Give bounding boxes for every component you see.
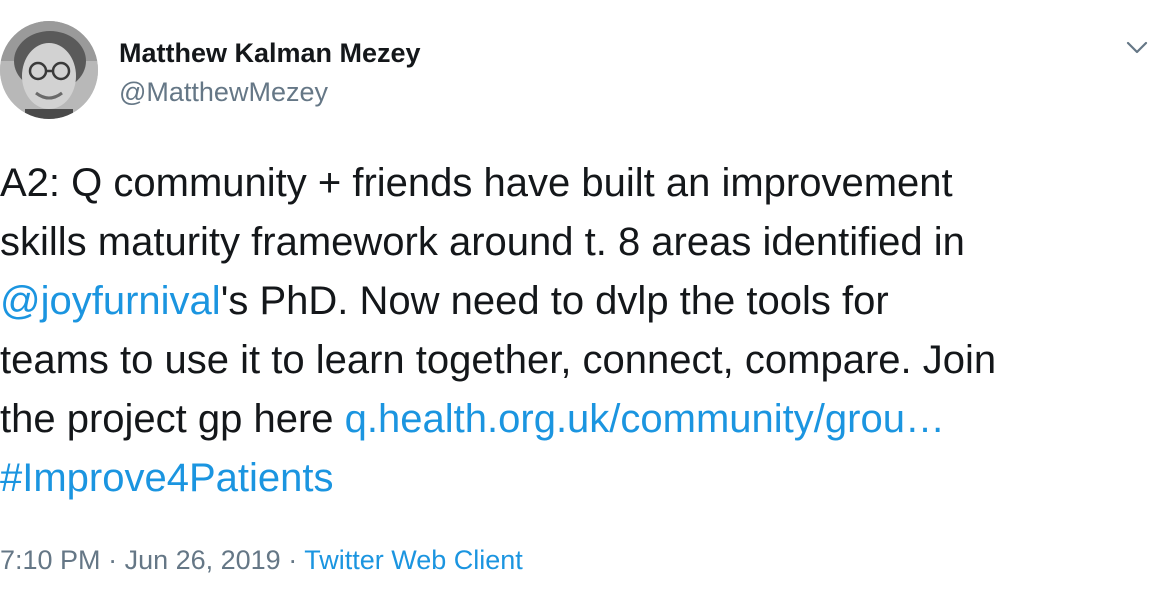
tweet-meta: 7:10 PM · Jun 26, 2019 · Twitter Web Cli… xyxy=(0,542,523,578)
mention-link[interactable]: @joyfurnival xyxy=(0,279,221,323)
author-handle[interactable]: @MatthewMezey xyxy=(119,75,328,109)
tweet-text-line: A2: Q community + friends have built an … xyxy=(0,161,953,205)
tweet: Matthew Kalman Mezey @MatthewMezey A2: Q… xyxy=(0,0,1168,589)
meta-separator: · xyxy=(280,545,305,575)
tweet-text-line: skills maturity framework around t. 8 ar… xyxy=(0,220,965,264)
tweet-text: A2: Q community + friends have built an … xyxy=(0,154,1160,508)
avatar-photo xyxy=(0,21,98,119)
author-name[interactable]: Matthew Kalman Mezey xyxy=(119,36,421,70)
tweet-text-line: #Improve4Patients xyxy=(0,449,1160,508)
hashtag-link[interactable]: #Improve4Patients xyxy=(0,456,334,500)
tweet-text-fragment: the project gp here xyxy=(0,397,345,441)
meta-separator: · xyxy=(100,545,125,575)
tweet-source-link[interactable]: Twitter Web Client xyxy=(304,545,523,575)
tweet-date[interactable]: Jun 26, 2019 xyxy=(125,545,281,575)
tweet-time[interactable]: 7:10 PM xyxy=(0,545,101,575)
tweet-text-line: @joyfurnival's PhD. Now need to dvlp the… xyxy=(0,272,1160,331)
avatar[interactable] xyxy=(0,21,98,119)
tweet-text-fragment: 's PhD. Now need to dvlp the tools for xyxy=(220,279,889,323)
tweet-text-line: teams to use it to learn together, conne… xyxy=(0,338,997,382)
tweet-text-line: the project gp here q.health.org.uk/comm… xyxy=(0,390,1160,449)
chevron-down-icon[interactable] xyxy=(1120,32,1154,62)
url-link[interactable]: q.health.org.uk/community/grou… xyxy=(345,397,945,441)
